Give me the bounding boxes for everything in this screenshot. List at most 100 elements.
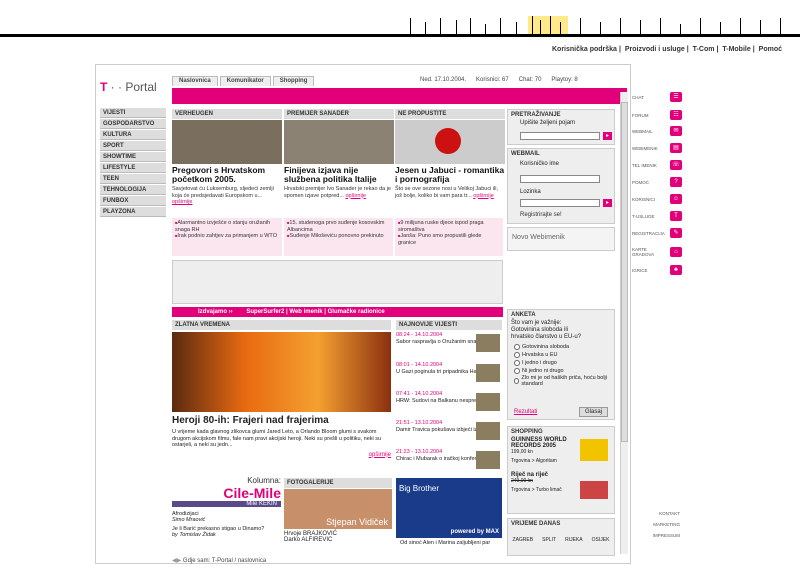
poll-option[interactable]: Hrvatska u EU — [514, 351, 614, 359]
nav-tehnologija[interactable]: TEHNOLOGIJA — [100, 185, 166, 195]
latest-item[interactable]: 21:23 - 13.10.2004 Chirac i Mubarak o ira… — [396, 449, 502, 477]
related-item[interactable]: Suđenje Miloševiću ponovno prekinuto — [287, 233, 390, 240]
related-item[interactable]: 15. studenoga prvo suđenje kosovskim Alb… — [287, 220, 390, 233]
latest-thumb — [476, 364, 500, 382]
login-button[interactable]: ▸ — [603, 199, 612, 207]
shopping-box: SHOPPING GUINNESS WORLD RECORDS 2005 199… — [507, 426, 615, 514]
bigbrother-banner[interactable]: Big Brother powered by MAX — [396, 478, 502, 538]
related-item[interactable]: 9 milijuna ruske djece ispod praga sirom… — [398, 220, 500, 233]
nav-lifestyle[interactable]: LIFESTYLE — [100, 163, 166, 173]
right-webmail[interactable]: WEBMAIL ✉ — [632, 126, 682, 136]
column-name[interactable]: Cile-Mile — [172, 485, 281, 501]
news-title[interactable]: Pregovori s Hrvatskom početkom 2005. — [172, 166, 282, 184]
feature-title[interactable]: Heroji 80-ih: Frajeri nad frajerima — [172, 415, 391, 426]
feature-text: U vrijeme kada glavnog zlikovca glumi Ja… — [172, 429, 382, 448]
column-label: Kolumna: — [247, 476, 281, 485]
nav-kultura[interactable]: KULTURA — [100, 130, 166, 140]
product-thumb[interactable] — [580, 481, 608, 499]
poll-option[interactable]: I jedno i drugo — [514, 359, 614, 367]
shop-item-title[interactable]: GUINNESS WORLD RECORDS 2005 — [508, 437, 570, 449]
more-link[interactable]: opširnije — [345, 193, 365, 199]
news-photo[interactable] — [395, 120, 505, 164]
right-pomoc[interactable]: POMOĆ? — [632, 177, 682, 187]
latest-item[interactable]: 08:24 - 14.10.2004 Sabor raspravlja o Oru… — [396, 332, 502, 360]
latest-item[interactable]: 07:41 - 14.10.2004 HRW: Sudovi na Balkanu… — [396, 391, 502, 419]
right-telimenik[interactable]: TEL IMENIK ☏ — [632, 160, 682, 170]
news-photo[interactable] — [172, 120, 282, 164]
search-input[interactable] — [520, 132, 600, 140]
username-input[interactable] — [520, 175, 600, 183]
weather-cities: ZAGREB SPLIT RIJEKA OSIJEK — [508, 537, 614, 543]
right-registracija[interactable]: REGISTRACIJA ✎ — [632, 228, 682, 238]
news-title[interactable]: Finijeva izjava nije službena politika I… — [284, 166, 394, 184]
nav-funbox[interactable]: FUNBOX — [100, 196, 166, 206]
right-tusluge[interactable]: T-USLUGE T — [632, 211, 682, 221]
nav-showtime[interactable]: SHOWTIME — [100, 152, 166, 162]
scrollbar-thumb[interactable] — [621, 102, 628, 442]
tab-shopping[interactable]: Shopping — [272, 76, 315, 86]
top-links: Korisnička podrška | Proizvodi i usluge | … — [551, 46, 782, 53]
right-webimenik[interactable]: WEBIMENIK ▤ — [632, 143, 682, 153]
poll-results-link[interactable]: Rezultati — [514, 409, 537, 415]
gallery-head: FOTOGALERIJE — [284, 478, 392, 488]
tab-komunikator[interactable]: Komunikator — [219, 76, 271, 86]
more-link[interactable]: opširnije — [172, 199, 192, 205]
news-head: VERHEUGEN — [172, 109, 282, 119]
nav-sport[interactable]: SPORT — [100, 141, 166, 151]
related-item[interactable]: Janša: Puno smo propustili glede granice — [398, 233, 500, 246]
right-chat[interactable]: CHAT ☰ — [632, 92, 682, 102]
search-go-button[interactable]: ▸ — [603, 132, 612, 140]
tab-naslovnica[interactable]: Naslovnica — [172, 76, 218, 86]
gallery-item[interactable]: Darko ALFIREVIC — [284, 537, 392, 543]
feature-more-link[interactable]: opširnije — [172, 452, 391, 458]
poll-option[interactable]: Ni jedno ni drugo — [514, 367, 614, 375]
link-tcom[interactable]: T-Com — [693, 46, 715, 53]
photo-gallery: FOTOGALERIJE Stjepan Vidiček Hrvoje BRAJ… — [284, 478, 392, 543]
vote-button[interactable]: Glasaj — [578, 407, 608, 417]
stats-bar: Ned. 17.10.2004. Korisnici: 67 Chat: 70 … — [420, 77, 578, 83]
poll-option[interactable]: Gotovinina sloboda — [514, 343, 614, 351]
nav-teen[interactable]: TEEN — [100, 174, 166, 184]
webimenik-banner[interactable]: Novo Webimenik — [507, 227, 615, 251]
news-photo[interactable] — [284, 120, 394, 164]
latest-item[interactable]: 21:51 - 13.10.2004 Damir Travica pokušava… — [396, 420, 502, 448]
link-podrska[interactable]: Korisnička podrška — [552, 46, 617, 53]
impressum-link[interactable]: IMPRESSUM — [640, 530, 680, 541]
right-igrice[interactable]: IGRICE ♣ — [632, 265, 682, 275]
poll-option[interactable]: Zlo mi je od haških priča, hoću bolji st… — [514, 375, 614, 387]
right-korisnici[interactable]: KORISNICI ☺ — [632, 194, 682, 204]
gallery-photo[interactable]: Stjepan Vidiček — [284, 489, 392, 529]
nav-gospodarstvo[interactable]: GOSPODARSTVO — [100, 119, 166, 129]
city-zagreb[interactable]: ZAGREB — [513, 537, 534, 543]
marketing-link[interactable]: MARKETING — [640, 519, 680, 530]
tportal-logo[interactable]: T · · Portal — [100, 80, 157, 94]
nav-arrows-icon[interactable]: ◀▶ — [172, 558, 183, 564]
poll-question: Što vam je važnije: Gotovinina sloboda i… — [511, 320, 582, 340]
city-osijek[interactable]: OSIJEK — [592, 537, 610, 543]
bigbrother-logo: Big Brother — [399, 484, 440, 493]
more-link[interactable]: opširnije — [473, 193, 493, 199]
feature-photo[interactable] — [172, 332, 391, 412]
book-cover[interactable] — [580, 439, 608, 461]
related-item[interactable]: Irak podnio zahtjev za primanjem u WTO — [175, 233, 279, 240]
city-rijeka[interactable]: RIJEKA — [565, 537, 583, 543]
link-proizvodi[interactable]: Proizvodi i usluge — [625, 46, 685, 53]
news-title[interactable]: Jesen u Jabuci - romantika i pornografij… — [395, 166, 505, 184]
promo-links[interactable]: SuperSurfer2 | Web imenik | Glumačke rad… — [246, 309, 384, 315]
nav-vijesti[interactable]: VIJESTI — [100, 108, 166, 118]
password-input[interactable] — [520, 199, 600, 207]
bigbrother-text[interactable]: Od sinoć Alen i Marina zaljubljeni par — [400, 540, 500, 546]
link-pomoc[interactable]: Pomoć — [759, 46, 782, 53]
top-divider — [0, 34, 800, 37]
city-split[interactable]: SPLIT — [542, 537, 556, 543]
related-item[interactable]: Alarmantno izvješće o stanju oružanih sn… — [175, 220, 279, 233]
right-footer: KONTAKT MARKETING IMPRESSUM — [640, 508, 680, 541]
right-forum[interactable]: FORUM ☷ — [632, 110, 682, 120]
register-link[interactable]: Registrirajte se! — [520, 212, 562, 218]
link-tmobile[interactable]: T-Mobile — [722, 46, 750, 53]
contact-link[interactable]: KONTAKT — [640, 508, 680, 519]
gallery-caption: Stjepan Vidiček — [326, 517, 388, 527]
nav-playzona[interactable]: PLAYZONA — [100, 207, 166, 217]
right-karte[interactable]: KARTE GRADOVA ⌂ — [632, 247, 682, 257]
latest-item[interactable]: 08:01 - 14.10.2004 U Gazi poginula tri pr… — [396, 362, 502, 390]
